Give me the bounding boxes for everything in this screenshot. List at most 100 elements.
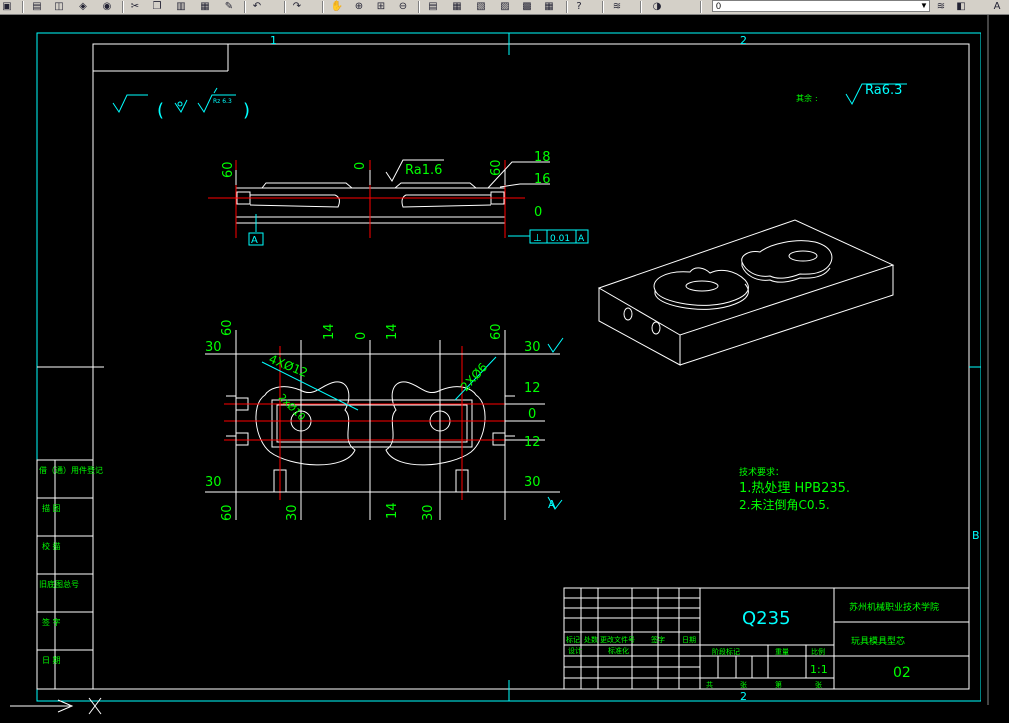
svg-text:签字: 签字 [651, 635, 665, 644]
svg-text:2XØ6: 2XØ6 [458, 360, 490, 394]
markup-icon[interactable]: ▩ [520, 0, 534, 13]
standard-toolbar: ▣ ▤ ◫ ◈ ◉ ✂ ❐ ▥ ▦ ✎ ↶ ↷ ✋ ⊕ ⊞ ⊖ ▤ ▦ ▧ ▨ ▩ ▦? ≋ ◑ 0 ▼ ≋ ◧ A [0, 0, 1009, 15]
svg-text:0.01: 0.01 [550, 234, 570, 244]
sheetset-icon[interactable]: ▨ [498, 0, 512, 13]
plot-icon[interactable]: ◈ [76, 0, 90, 13]
drawing-canvas[interactable]: 1 2 2 B 借（通）用件登记 描 图 校 描 旧底图总号 签 字 日 期 (… [0, 15, 1009, 723]
svg-text:(: ( [157, 100, 164, 121]
toolbar-separator [22, 1, 24, 13]
zone-label-top-1: 1 [270, 34, 277, 47]
svg-text:玩具模具型芯: 玩具模具型芯 [851, 635, 905, 647]
svg-text:标记: 标记 [566, 635, 580, 644]
layer-manager-icon[interactable]: ≋ [610, 0, 624, 13]
toolbar-separator [566, 1, 568, 13]
zone-label-top-2: 2 [740, 34, 747, 47]
svg-text:设计: 设计 [568, 646, 582, 655]
publish-icon[interactable]: ◉ [100, 0, 114, 13]
svg-text:02: 02 [893, 665, 911, 681]
surface-note-general: 其余 : Ra6.3 [796, 83, 907, 106]
text-style-icon[interactable]: A [990, 0, 1004, 13]
left-strip-label: 日 期 [42, 656, 61, 665]
svg-text:60: 60 [220, 319, 235, 336]
svg-text:16: 16 [534, 172, 551, 187]
svg-text:14: 14 [322, 323, 337, 340]
cut-icon[interactable]: ✂ [128, 0, 142, 13]
svg-text:2.未注倒角C0.5.: 2.未注倒角C0.5. [739, 497, 830, 512]
svg-text:30: 30 [524, 475, 541, 490]
svg-text:共: 共 [706, 680, 713, 689]
svg-text:Q235: Q235 [742, 608, 791, 629]
left-strip-label: 签 字 [42, 617, 61, 627]
isometric-view [597, 219, 895, 366]
svg-text:更改文件号: 更改文件号 [600, 635, 635, 644]
calculator-icon[interactable]: ▦ [542, 0, 556, 13]
svg-text:苏州机械职业技术学院: 苏州机械职业技术学院 [849, 601, 939, 613]
svg-text:12: 12 [524, 381, 541, 396]
svg-text:技术要求：: 技术要求： [739, 466, 784, 478]
title-block: 标记 处数 更改文件号 签字 日期 设计 标准化 阶段标记 重量 比例 共 张 … [563, 587, 970, 690]
svg-text:日期: 日期 [682, 636, 696, 644]
layer-value: 0 [716, 1, 722, 11]
layer-state-icon[interactable]: ◑ [650, 0, 664, 13]
layer-dropdown[interactable]: 0 ▼ [712, 0, 930, 12]
zoom-window-icon[interactable]: ⊞ [374, 0, 388, 13]
svg-text:标准化: 标准化 [608, 646, 629, 655]
save-icon[interactable]: ▣ [0, 0, 14, 13]
undo-icon[interactable]: ↶ [250, 0, 264, 13]
print-icon[interactable]: ▤ [30, 0, 44, 13]
toolbar-separator [284, 1, 286, 13]
svg-text:第: 第 [775, 680, 782, 689]
toolbar-separator [122, 1, 124, 13]
paste-icon[interactable]: ▥ [174, 0, 188, 13]
ucs-icon [10, 697, 102, 715]
svg-text:18: 18 [534, 150, 551, 165]
svg-text:30: 30 [205, 340, 222, 355]
preview-icon[interactable]: ◫ [52, 0, 66, 13]
svg-text::: : [815, 94, 818, 103]
svg-text:Ra6.3: Ra6.3 [865, 83, 902, 98]
svg-text:0: 0 [353, 162, 368, 170]
svg-text:张: 张 [815, 680, 822, 689]
svg-text:1.热处理 HPB235.: 1.热处理 HPB235. [739, 481, 850, 496]
zone-label-bottom-2: 2 [740, 690, 747, 703]
svg-text:): ) [243, 100, 250, 121]
help-icon[interactable]: ? [572, 0, 586, 13]
left-strip-label: 校 描 [42, 541, 61, 551]
zoom-previous-icon[interactable]: ⊖ [396, 0, 410, 13]
layer-prev-icon[interactable]: ◧ [954, 0, 968, 13]
technical-requirements: 技术要求： 1.热处理 HPB235. 2.未注倒角C0.5. [739, 466, 850, 512]
brush-icon[interactable]: ✎ [222, 0, 236, 13]
chevron-down-icon[interactable]: ▼ [919, 1, 929, 11]
svg-text:重量: 重量 [775, 648, 789, 656]
match-icon[interactable]: ▦ [198, 0, 212, 13]
redo-icon[interactable]: ↷ [290, 0, 304, 13]
layers-icon[interactable]: ≋ [934, 0, 948, 13]
svg-text:A: A [251, 235, 258, 246]
designcenter-icon[interactable]: ▦ [450, 0, 464, 13]
copy-icon[interactable]: ❐ [150, 0, 164, 13]
svg-text:60: 60 [221, 161, 236, 178]
top-view: 60 14 0 14 60 30 30 12 0 12 30 30 4XØ12 … [205, 319, 564, 521]
properties-icon[interactable]: ▤ [426, 0, 440, 13]
svg-text:12: 12 [524, 435, 541, 450]
pan-icon[interactable]: ✋ [330, 0, 344, 13]
svg-text:14: 14 [385, 502, 400, 519]
left-strip: 借（通）用件登记 描 图 校 描 旧底图总号 签 字 日 期 [36, 366, 104, 690]
right-palette-strip [981, 15, 1009, 705]
toolpalette-icon[interactable]: ▧ [474, 0, 488, 13]
svg-text:30: 30 [205, 475, 222, 490]
svg-text:比例: 比例 [811, 647, 825, 656]
svg-text:14: 14 [385, 323, 400, 340]
toolbar-separator [640, 1, 642, 13]
svg-text:⊥: ⊥ [533, 233, 542, 244]
zoom-realtime-icon[interactable]: ⊕ [352, 0, 366, 13]
sheet-inner-border [92, 43, 970, 690]
surface-symbols-legend: ( Rz 6.3 ) [112, 87, 250, 121]
svg-text:30: 30 [285, 504, 300, 521]
svg-text:A: A [548, 498, 556, 511]
svg-text:60: 60 [220, 504, 235, 521]
left-strip-label: 旧底图总号 [39, 579, 79, 589]
svg-text:Rz 6.3: Rz 6.3 [213, 98, 232, 105]
toolbar-separator [244, 1, 246, 13]
svg-text:0: 0 [534, 205, 542, 220]
